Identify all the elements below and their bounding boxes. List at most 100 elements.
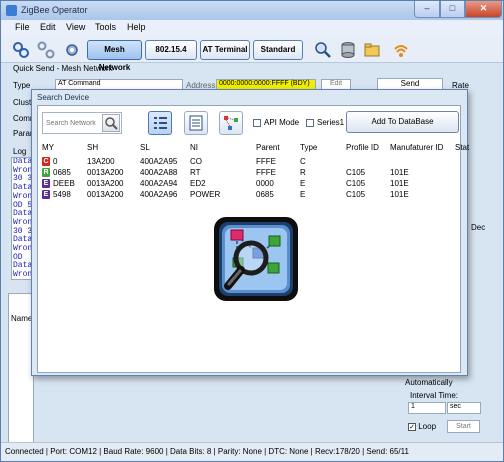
detail-view-button[interactable] xyxy=(184,111,208,135)
menu-edit[interactable]: Edit xyxy=(40,22,56,32)
cell-parent: 0685 xyxy=(256,190,274,199)
list-view-icon xyxy=(154,117,167,129)
menu-tools[interactable]: Tools xyxy=(95,22,116,32)
api-mode-checkbox[interactable]: API Mode xyxy=(253,118,299,127)
log-label: Log xyxy=(13,147,27,156)
device-type-badge: C xyxy=(42,157,50,166)
interval-unit-select[interactable]: sec xyxy=(447,402,481,414)
cell-ni: CO xyxy=(190,157,202,166)
cell-sl: 400A2A95 xyxy=(140,157,178,166)
device-type-badge: R xyxy=(42,168,50,177)
series1-checkbox[interactable]: Series1 xyxy=(306,118,344,127)
dialog-title: Search Device xyxy=(37,93,90,102)
cell-parent: FFFE xyxy=(256,168,276,177)
minimize-button[interactable]: – xyxy=(414,1,440,18)
mode-mesh-network-button[interactable]: Mesh Network xyxy=(87,40,142,72)
app-icon xyxy=(6,5,17,16)
cell-my: 5498 xyxy=(53,190,71,199)
folder-icon[interactable] xyxy=(363,41,381,59)
search-network-box xyxy=(42,112,122,134)
device-type-badge: E xyxy=(42,179,50,188)
title-bar: ZigBee Operator – □ ✕ xyxy=(1,1,503,20)
detail-view-icon xyxy=(189,115,203,131)
device-row[interactable]: R 0685 0013A200 400A2A88 RT FFFE R C105 101E xyxy=(42,167,460,178)
menu-view[interactable]: View xyxy=(66,22,85,32)
list-view-button[interactable] xyxy=(148,111,172,135)
database-icon[interactable] xyxy=(339,41,357,59)
device-row[interactable]: E DEEB 0013A200 400A2A94 ED2 0000 E C105 101E xyxy=(42,178,460,189)
dialog-body: API Mode Series1 Add To DataBase MY SH SL N… xyxy=(37,105,469,373)
type-select-value: AT Command xyxy=(58,80,101,87)
cell-profile: C105 xyxy=(346,179,366,188)
automatic-label: Automatically xyxy=(405,378,453,387)
api-mode-label: API Mode xyxy=(264,118,300,127)
cell-type: E xyxy=(300,179,306,188)
cell-sl: 400A2A94 xyxy=(140,179,178,188)
column-header[interactable]: Profile ID xyxy=(346,143,379,152)
cell-my: 0685 xyxy=(53,168,71,177)
loop-checkbox[interactable]: ✓ Loop xyxy=(408,422,436,431)
column-header[interactable]: MY xyxy=(42,143,54,152)
status-bar: Connected | Port: COM12 | Baud Rate: 960… xyxy=(1,442,503,461)
topology-view-button[interactable] xyxy=(219,111,243,135)
window-title: ZigBee Operator xyxy=(21,5,88,15)
interval-label: Interval Time: xyxy=(410,391,459,400)
type-label: Type xyxy=(13,81,31,90)
mode-802154-button[interactable]: 802.15.4 xyxy=(145,40,197,60)
settings-icon[interactable] xyxy=(63,41,81,59)
network-search-large-icon xyxy=(214,217,298,301)
topology-view-icon xyxy=(224,116,238,130)
search-network-input[interactable] xyxy=(43,113,98,133)
cell-sh: 0013A200 xyxy=(87,179,124,188)
network-search-icon[interactable] xyxy=(314,41,332,59)
cell-type: C xyxy=(300,157,306,166)
column-header[interactable]: Stat xyxy=(455,143,469,152)
magnifier-icon xyxy=(105,117,118,130)
loop-label: Loop xyxy=(418,422,437,431)
cell-manuf: 101E xyxy=(390,179,409,188)
column-header[interactable]: Type xyxy=(300,143,317,152)
toolbar: Mesh Network 802.15.4 AT Terminal Standa… xyxy=(1,35,503,72)
maximize-button[interactable]: □ xyxy=(440,1,465,18)
interval-input[interactable]: 1 xyxy=(408,402,446,414)
cell-profile: C105 xyxy=(346,168,366,177)
wireless-icon[interactable] xyxy=(392,41,410,59)
column-header[interactable]: Manufaturer ID xyxy=(390,143,443,152)
dec-label: Dec xyxy=(471,223,486,232)
device-type-badge: E xyxy=(42,190,50,199)
menu-file[interactable]: File xyxy=(15,22,30,32)
close-button[interactable]: ✕ xyxy=(465,1,502,18)
auto-send-panel: Automatically Interval Time: 1 sec ✓ Loo… xyxy=(401,376,501,440)
cell-ni: POWER xyxy=(190,190,221,199)
mode-standard-button[interactable]: Standard xyxy=(253,40,303,60)
cell-manuf: 101E xyxy=(390,168,409,177)
device-row[interactable]: E 5498 0013A200 400A2A96 POWER 0685 E C105 101E xyxy=(42,189,460,200)
start-button[interactable]: Start xyxy=(447,420,480,433)
cell-ni: RT xyxy=(190,168,201,177)
search-button[interactable] xyxy=(102,114,120,132)
app-window: ZigBee Operator – □ ✕ File Edit View Too… xyxy=(0,0,504,462)
name-column-header: Name xyxy=(11,314,33,323)
column-header[interactable]: Parent xyxy=(256,143,280,152)
column-header[interactable]: SH xyxy=(87,143,98,152)
quick-send-header: Quick Send - Mesh Network xyxy=(13,64,113,73)
cell-type: E xyxy=(300,190,306,199)
cell-manuf: 101E xyxy=(390,190,409,199)
cell-ni: ED2 xyxy=(190,179,206,188)
cell-sl: 400A2A88 xyxy=(140,168,178,177)
connect-icon[interactable] xyxy=(12,41,30,59)
cell-sh: 0013A200 xyxy=(87,190,124,199)
add-to-database-button[interactable]: Add To DataBase xyxy=(346,111,459,133)
cell-parent: FFFE xyxy=(256,157,276,166)
mode-at-terminal-button[interactable]: AT Terminal xyxy=(200,40,250,60)
disconnect-icon[interactable] xyxy=(37,41,55,59)
cell-parent: 0000 xyxy=(256,179,274,188)
device-row[interactable]: C 0 13A200 400A2A95 CO FFFE C xyxy=(42,156,460,167)
cell-type: R xyxy=(300,168,306,177)
cell-profile: C105 xyxy=(346,190,366,199)
menu-help[interactable]: Help xyxy=(127,22,146,32)
search-device-dialog: Search Device Search Network API Mode Se… xyxy=(31,89,469,376)
column-header[interactable]: NI xyxy=(190,143,198,152)
cell-sh: 0013A200 xyxy=(87,168,124,177)
column-header[interactable]: SL xyxy=(140,143,150,152)
